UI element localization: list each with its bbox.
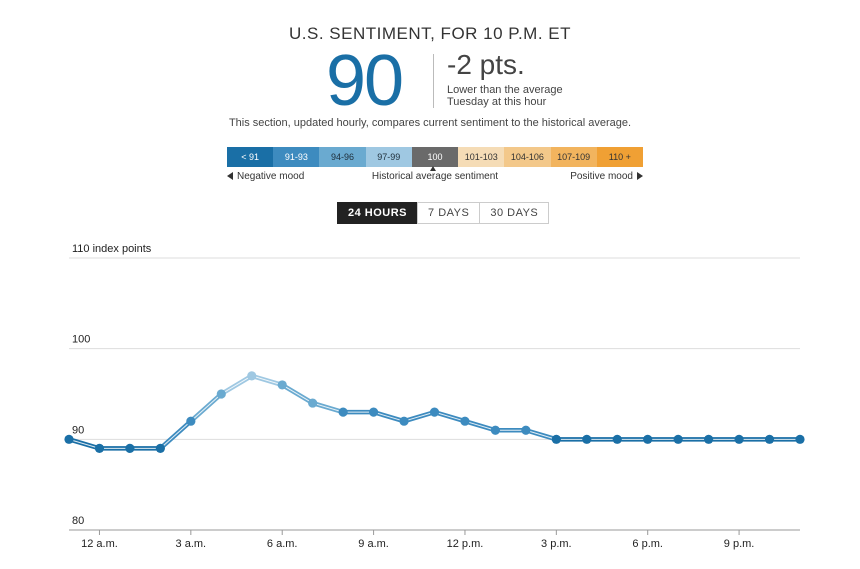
x-tick-label: 6 p.m. bbox=[632, 538, 663, 550]
data-point bbox=[795, 434, 805, 444]
data-point bbox=[704, 434, 714, 444]
series-line-highlight bbox=[68, 438, 100, 449]
data-point bbox=[673, 434, 683, 444]
series-line-highlight bbox=[373, 411, 405, 422]
data-point bbox=[399, 416, 409, 426]
series-line-highlight bbox=[464, 420, 496, 431]
data-point bbox=[308, 398, 318, 408]
data-point bbox=[368, 407, 379, 417]
data-point bbox=[521, 425, 531, 435]
series-line-highlight bbox=[251, 375, 283, 386]
series-line-highlight bbox=[190, 393, 222, 422]
x-tick-label: 12 p.m. bbox=[447, 538, 484, 550]
series-line-highlight bbox=[281, 384, 313, 404]
data-point bbox=[429, 407, 440, 417]
data-point bbox=[94, 443, 105, 453]
series-line-highlight bbox=[160, 420, 192, 449]
data-point bbox=[155, 443, 165, 453]
data-point bbox=[277, 380, 287, 390]
data-point bbox=[186, 416, 196, 426]
x-tick-label: 3 a.m. bbox=[176, 538, 207, 550]
data-point bbox=[247, 371, 257, 381]
series-line-highlight bbox=[525, 429, 557, 440]
data-point bbox=[643, 434, 653, 444]
x-tick-label: 9 a.m. bbox=[358, 538, 389, 550]
y-tick-label: 110 index points bbox=[72, 243, 152, 255]
data-point bbox=[612, 434, 622, 444]
series-line-highlight bbox=[312, 402, 344, 413]
series-line-highlight bbox=[434, 411, 466, 422]
data-point bbox=[338, 407, 348, 417]
data-point bbox=[460, 416, 470, 426]
data-point bbox=[764, 434, 775, 444]
data-point bbox=[551, 434, 561, 444]
data-point bbox=[216, 389, 226, 399]
x-tick-label: 12 a.m. bbox=[81, 538, 118, 550]
data-point bbox=[582, 434, 592, 444]
series-line-highlight bbox=[221, 375, 253, 395]
y-tick-label: 100 bbox=[72, 334, 90, 346]
data-point bbox=[64, 434, 74, 444]
x-tick-label: 9 p.m. bbox=[724, 538, 755, 550]
data-point bbox=[490, 425, 501, 435]
y-tick-label: 90 bbox=[72, 424, 84, 436]
x-tick-label: 3 p.m. bbox=[541, 538, 572, 550]
data-point bbox=[734, 434, 744, 444]
x-tick-label: 6 a.m. bbox=[267, 538, 298, 550]
series-line-highlight bbox=[403, 411, 435, 422]
y-tick-label: 80 bbox=[72, 515, 84, 527]
sentiment-line-chart: 110 index points 100 90 80 12 a.m. 3 a.m. 6 a.… bbox=[64, 243, 805, 550]
data-point bbox=[125, 443, 135, 453]
